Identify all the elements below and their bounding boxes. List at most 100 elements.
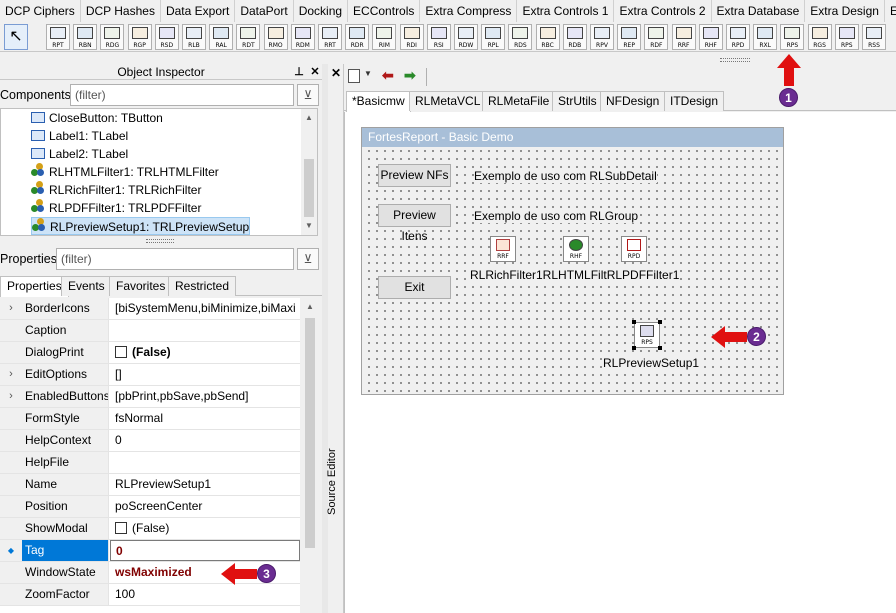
expand-icon[interactable]: › [0,364,22,385]
property-row[interactable]: ZoomFactor 100 [0,584,300,606]
rich-filter-component[interactable]: RRF [490,236,516,262]
palette-tab[interactable]: Extra Controls 2 [614,0,712,22]
palette-tab[interactable]: DataPort [235,0,294,22]
expand-icon[interactable]: › [0,298,22,319]
palette-component-rrf-icon[interactable]: RRF [671,24,696,50]
scroll-thumb[interactable] [304,159,314,217]
property-row[interactable]: › EnabledButtons [pbPrint,pbSave,pbSend] [0,386,300,408]
tree-node[interactable]: Label2: TLabel [31,145,128,163]
palette-tab[interactable]: Extra Design [805,0,885,22]
tab-events[interactable]: Events [61,276,112,296]
property-row[interactable]: Name RLPreviewSetup1 [0,474,300,496]
tree-node[interactable]: Label1: TLabel [31,127,128,145]
checkbox[interactable] [115,346,127,358]
expand-icon[interactable]: › [0,386,22,407]
preview-itens-button[interactable]: Preview Itens [378,204,451,243]
palette-tab[interactable]: Extra [884,0,896,22]
palette-component-rrt-icon[interactable]: RRT [318,24,342,50]
tab-nfdesign[interactable]: NFDesign [600,91,666,111]
palette-tab[interactable]: DCP Hashes [80,0,161,22]
scroll-down-icon[interactable]: ▼ [301,221,317,230]
palette-component-rdr-icon[interactable]: RDR [345,24,370,50]
tab-strutils[interactable]: StrUtils [552,91,603,111]
property-row[interactable]: › EditOptions[] [0,364,300,386]
close-panel-icon[interactable]: ✕ [308,64,322,80]
pointer-tool-icon[interactable]: ↖ [4,24,28,50]
palette-component-rhf-icon[interactable]: RHF [698,24,723,50]
palette-tab[interactable]: Docking [293,0,349,22]
filter-clear-icon[interactable]: ⊻ [297,84,319,106]
filter-clear-icon[interactable]: ⊻ [297,248,319,270]
palette-component-rpt-icon[interactable]: RPT [46,24,70,50]
tree-node[interactable]: RLHTMLFilter1: TRLHTMLFilter [31,163,219,181]
palette-component-rgp-icon[interactable]: RGP [127,24,152,50]
palette-component-rgs-icon[interactable]: RGS [807,24,832,50]
label-group[interactable]: Exemplo de uso com RLGroup [474,209,639,223]
palette-component-rps-icon[interactable]: RPS [834,24,859,50]
selection-handle[interactable] [658,320,662,324]
tab-properties[interactable]: Properties [0,276,69,297]
tab-restricted[interactable]: Restricted [168,276,237,296]
palette-component-rdg-icon[interactable]: RDG [100,24,125,50]
checkbox[interactable] [115,522,127,534]
palette-component-rlb-icon[interactable]: RLB [182,24,206,50]
palette-tab[interactable]: ECControls [348,0,421,22]
palette-component-rmo-icon[interactable]: RMO [263,24,288,50]
palette-component-rbc-icon[interactable]: RBC [535,24,560,50]
palette-component-rpd-icon[interactable]: RPD [726,24,750,50]
tab-basicmw[interactable]: *Basicmw [346,91,411,112]
selection-handle[interactable] [632,320,636,324]
palette-component-rdm-icon[interactable]: RDM [290,24,315,50]
palette-component-rdt-icon[interactable]: RDT [236,24,261,50]
palette-component-rds-icon[interactable]: RDS [508,24,533,50]
scroll-up-icon[interactable]: ▲ [302,302,318,311]
palette-component-ral-icon[interactable]: RAL [209,24,234,50]
back-arrow-icon[interactable]: ⬅ [382,67,394,84]
pin-icon[interactable]: ⊥ [292,64,306,80]
tab-rlmetavcl[interactable]: RLMetaVCL [409,91,487,111]
palette-component-rsi-icon[interactable]: RSI [426,24,451,50]
palette-component-rdw-icon[interactable]: RDW [454,24,478,50]
scroll-up-icon[interactable]: ▲ [301,113,317,122]
splitter-grip[interactable] [146,239,174,243]
palette-component-rim-icon[interactable]: RIM [372,24,397,50]
palette-component-rbn-icon[interactable]: RBN [73,24,98,50]
palette-component-rss-icon[interactable]: RSS [862,24,886,50]
preview-setup-component[interactable]: RPS [634,322,660,348]
property-row[interactable]: ShowModal (False) [0,518,300,540]
preview-nfs-button[interactable]: Preview NFs [378,164,451,187]
source-editor-tab[interactable]: Source Editor [326,448,346,535]
html-filter-component[interactable]: RHF [563,236,589,262]
palette-tab[interactable]: Data Export [160,0,236,22]
selection-handle[interactable] [658,346,662,350]
tree-node[interactable]: CloseButton: TButton [31,109,163,127]
palette-tab[interactable]: DCP Ciphers [0,0,81,22]
palette-tab[interactable]: Extra Database [711,0,806,22]
property-row[interactable]: HelpContext 0 [0,430,300,452]
pdf-filter-component[interactable]: RPD [621,236,647,262]
palette-component-rsd-icon[interactable]: RSD [154,24,179,50]
grid-scrollbar[interactable]: ▲ [301,298,319,613]
property-row[interactable]: › BorderIcons [biSystemMenu,biMinimize,biM… [0,298,300,320]
selection-handle[interactable] [632,346,636,350]
property-row[interactable]: Caption [0,320,300,342]
palette-component-rep-icon[interactable]: REP [617,24,642,50]
label-subdetail[interactable]: Exemplo de uso com RLSubDetail [474,169,657,183]
close-editor-icon[interactable]: ✕ [329,66,343,80]
property-row[interactable]: HelpFile [0,452,300,474]
property-row-selected[interactable]: ◆ Tag 0 [0,540,300,562]
tree-node-selected[interactable]: RLPreviewSetup1: TRLPreviewSetup [31,217,251,235]
dropdown-arrow-icon[interactable]: ▼ [364,69,372,78]
property-row[interactable]: DialogPrint (False) [0,342,300,364]
tab-rlmetafile[interactable]: RLMetaFile [482,91,556,111]
tree-node[interactable]: RLPDFFilter1: TRLPDFFilter [31,199,201,217]
tab-itdesign[interactable]: ITDesign [664,91,725,111]
property-row[interactable]: FormStyle fsNormal [0,408,300,430]
palette-tab[interactable]: Extra Compress [420,0,518,22]
palette-component-rdi-icon[interactable]: RDI [399,24,424,50]
components-filter-input[interactable]: (filter) [70,84,294,106]
scroll-thumb[interactable] [305,318,315,548]
tree-node[interactable]: RLRichFilter1: TRLRichFilter [31,181,201,199]
tag-value-input[interactable]: 0 [110,540,300,561]
exit-button[interactable]: Exit [378,276,451,299]
